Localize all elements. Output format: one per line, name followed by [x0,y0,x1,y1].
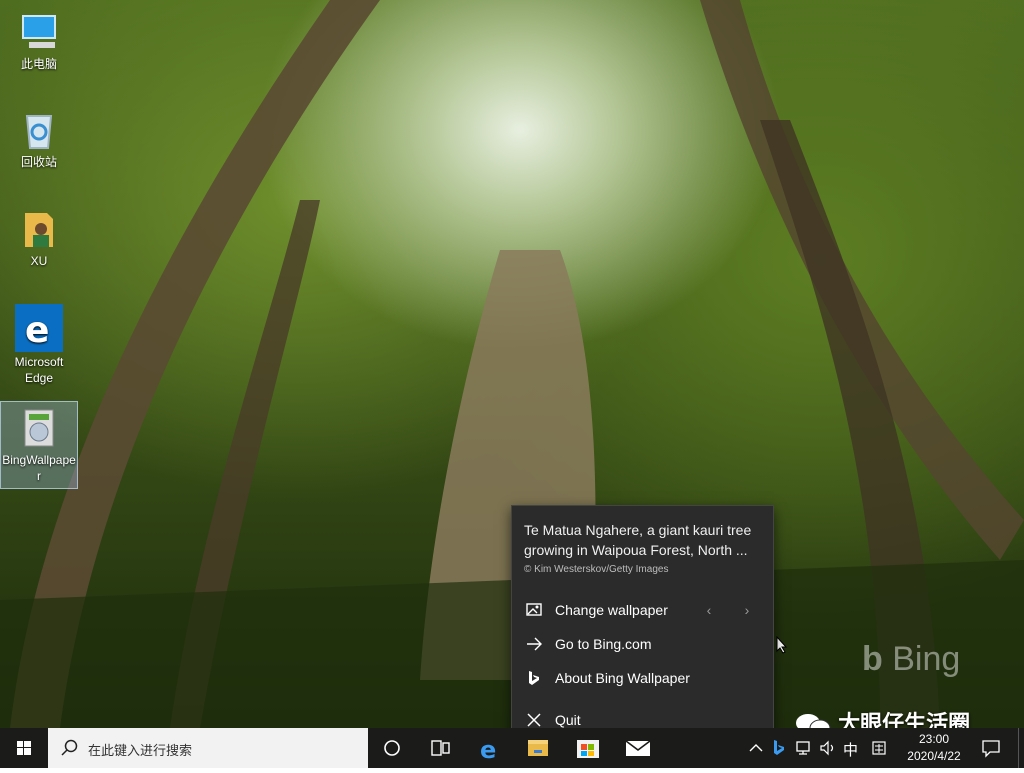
user-folder-icon [17,207,61,251]
go-to-bing-label: Go to Bing.com [555,636,652,652]
recycle-bin-icon [17,108,61,152]
edge-icon: e [480,736,496,764]
tray-network-button[interactable] [794,738,814,758]
desktop-icon-label: BingWallpaper [2,453,76,483]
action-center-button[interactable] [980,738,1002,758]
desktop-icon-bing-wallpaper[interactable]: BingWallpaper [0,401,78,489]
go-to-bing-item[interactable]: Go to Bing.com [512,627,773,661]
folder-icon [528,740,548,756]
edge-icon: e [15,304,63,352]
bing-logo-icon [774,740,784,755]
search-icon [60,738,80,763]
taskbar-edge-button[interactable]: e [466,728,514,768]
mail-icon [625,740,651,756]
chevron-up-icon [749,744,763,752]
taskbar-search-box[interactable]: 在此键入进行搜索 [48,728,368,768]
wallpaper-credit: © Kim Westerskov/Getty Images [524,564,669,575]
bing-wallpaper-popup: Te Matua Ngahere, a giant kauri tree gro… [511,505,774,738]
change-wallpaper-item[interactable]: Change wallpaper ‹ › [512,593,773,627]
tray-bing-button[interactable] [770,738,788,758]
taskbar-store-button[interactable] [564,728,612,768]
ime-mode-button[interactable] [870,739,888,757]
previous-wallpaper-button[interactable]: ‹ [702,602,716,618]
image-icon [525,601,543,619]
arrow-right-icon [525,635,543,653]
windows-logo-icon [17,741,31,755]
desktop-icon-label: Microsoft Edge [14,355,64,385]
clock-time: 23:00 [918,732,950,746]
about-bing-wallpaper-item[interactable]: About Bing Wallpaper [512,661,773,695]
watermark-text: Bing [892,640,961,678]
wallpaper-description[interactable]: Te Matua Ngahere, a giant kauri tree gro… [524,520,764,560]
desktop-icon-label: XU [30,254,48,268]
desktop-icon-this-pc[interactable]: 此电脑 [1,6,77,76]
ime-mode-icon [872,741,886,755]
notification-icon [982,740,1000,758]
desktop-icon-label: 此电脑 [20,57,57,71]
taskbar-file-explorer-button[interactable] [514,728,562,768]
svg-text:e: e [25,310,49,351]
desktop-icon-user-folder[interactable]: XU [1,203,77,273]
network-icon [796,741,810,755]
ime-indicator[interactable]: 中 [843,739,858,760]
volume-icon [820,740,834,756]
task-view-button[interactable] [416,728,464,768]
computer-icon [17,10,61,54]
desktop-icon-recycle-bin[interactable]: 回收站 [1,104,77,174]
taskbar-mail-button[interactable] [614,728,662,768]
show-hidden-icons-button[interactable] [746,740,766,756]
change-wallpaper-label: Change wallpaper [555,602,668,618]
close-icon [525,711,543,729]
svg-text:e: e [480,736,496,764]
desktop-icon-edge[interactable]: e Microsoft Edge [1,300,77,388]
store-icon [577,740,599,758]
desktop-icon-label: 回收站 [20,155,57,169]
mouse-cursor-icon [776,635,788,659]
bing-wallpaper-icon [17,406,61,450]
quit-label: Quit [555,712,581,728]
bing-logo-icon [525,669,543,687]
about-bing-wallpaper-label: About Bing Wallpaper [555,670,690,686]
taskbar: 在此键入进行搜索 e 中 23:00 2020/4/22 [0,728,1024,768]
show-desktop-button[interactable] [1018,728,1024,768]
bing-logo-icon: b [862,640,883,678]
bing-watermark: b Bing [862,640,960,679]
cortana-button[interactable] [368,728,416,768]
tray-volume-button[interactable] [818,738,838,758]
task-view-icon [431,740,450,756]
clock-date: 2020/4/22 [907,749,961,763]
next-wallpaper-button[interactable]: › [740,602,754,618]
start-button[interactable] [0,728,48,768]
clock[interactable]: 23:00 2020/4/22 [898,730,970,766]
cortana-icon [384,740,400,756]
search-placeholder: 在此键入进行搜索 [88,743,193,758]
